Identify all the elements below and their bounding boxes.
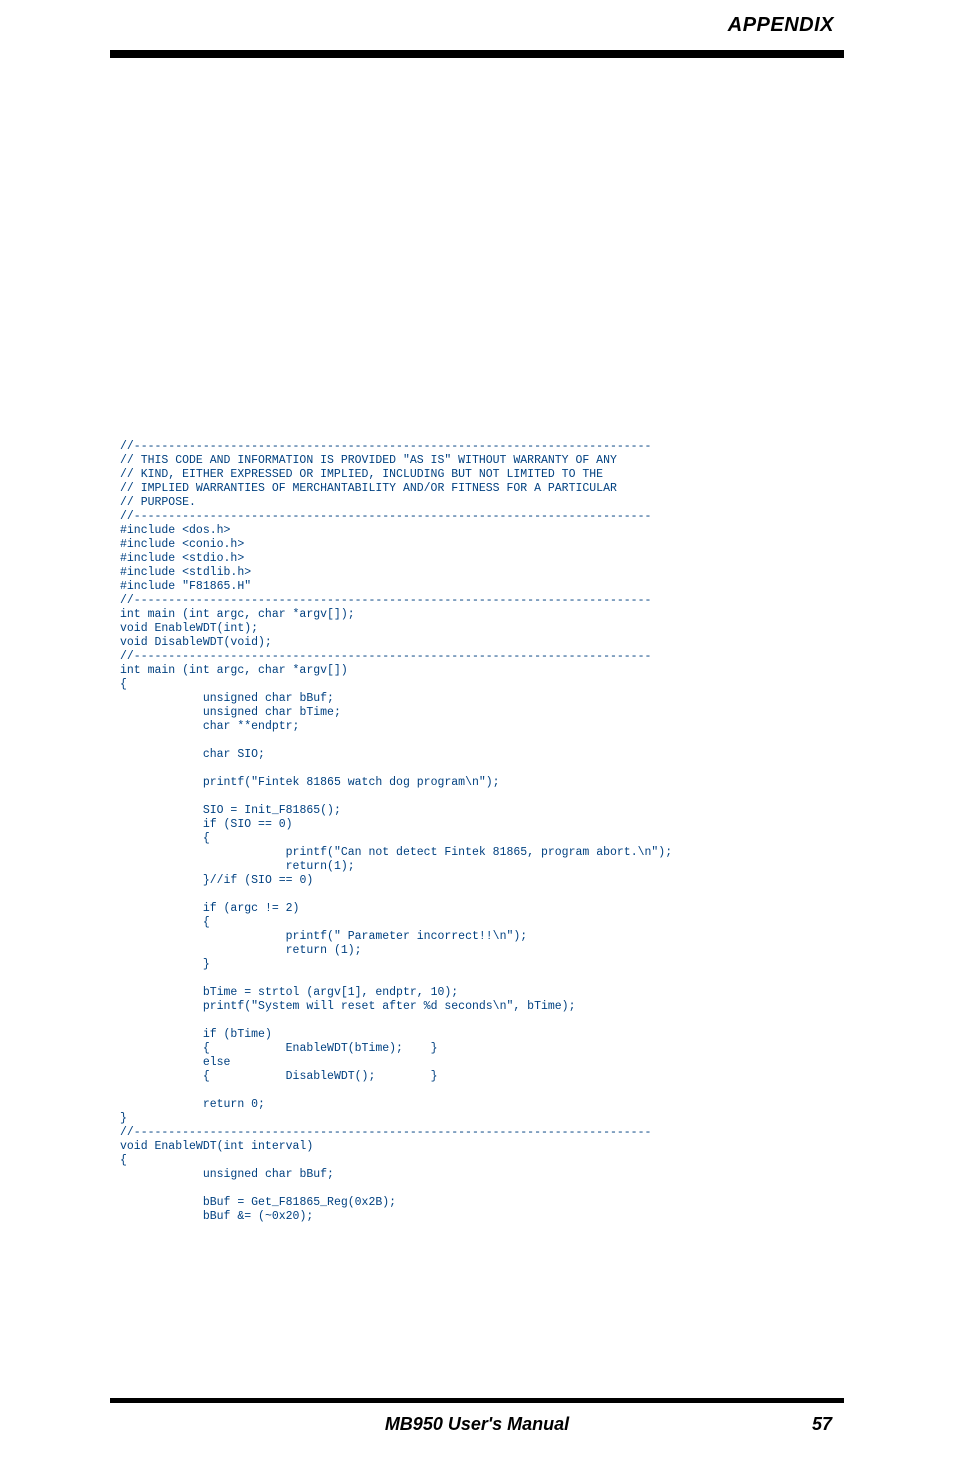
header-divider [110, 50, 844, 58]
page-container: APPENDIX //-----------------------------… [0, 0, 954, 1475]
page-number: 57 [812, 1414, 832, 1435]
footer-divider [110, 1398, 844, 1403]
code-listing: //--------------------------------------… [120, 440, 834, 1224]
footer-product-name: MB950 User's Manual [110, 1414, 844, 1435]
section-header: APPENDIX [728, 14, 834, 37]
